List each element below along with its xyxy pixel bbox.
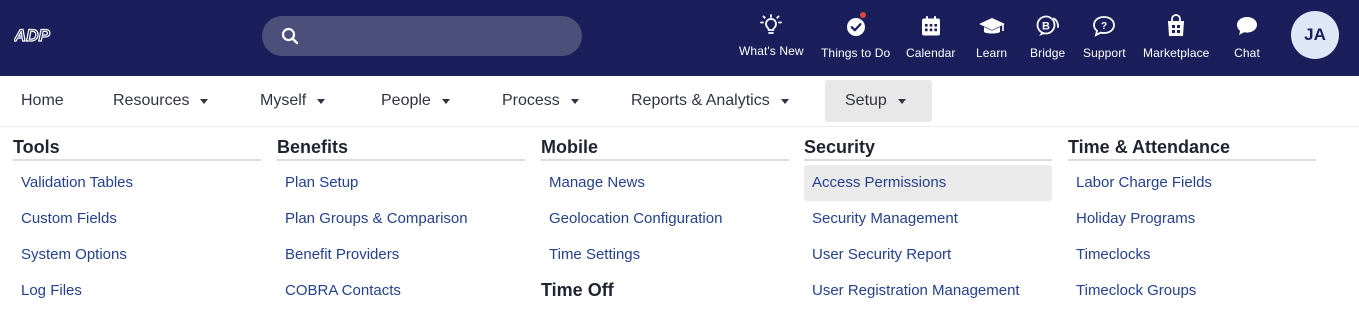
menu-column-mobile: Mobile Manage News Geolocation Configura… bbox=[541, 137, 789, 304]
menu-link-access-permissions[interactable]: Access Permissions bbox=[804, 165, 1052, 201]
things-to-do-label: Things to Do bbox=[821, 46, 891, 60]
nav-resources-label: Resources bbox=[113, 92, 190, 109]
whats-new-button[interactable]: What's New bbox=[739, 12, 804, 58]
menu-heading-time-off: Time Off bbox=[541, 280, 614, 300]
chevron-down-icon bbox=[317, 98, 326, 104]
check-circle-icon bbox=[842, 11, 870, 40]
whats-new-label: What's New bbox=[739, 44, 804, 58]
menu-link-cobra-contacts[interactable]: COBRA Contacts bbox=[277, 273, 525, 309]
nav-people-label: People bbox=[381, 92, 431, 109]
menu-column-benefits: Benefits Plan Setup Plan Groups & Compar… bbox=[277, 137, 525, 309]
search-box[interactable] bbox=[262, 16, 582, 56]
lightbulb-icon bbox=[757, 12, 785, 40]
menu-link-plan-setup[interactable]: Plan Setup bbox=[277, 165, 525, 201]
chat-label: Chat bbox=[1234, 46, 1260, 60]
menu-heading-mobile: Mobile bbox=[541, 137, 789, 161]
menu-link-holiday-programs[interactable]: Holiday Programs bbox=[1068, 201, 1316, 237]
adp-logo[interactable]: ADP bbox=[12, 25, 52, 45]
nav-myself[interactable]: Myself bbox=[260, 80, 326, 122]
marketplace-label: Marketplace bbox=[1143, 46, 1210, 60]
menu-link-user-registration-management[interactable]: User Registration Management bbox=[804, 273, 1052, 309]
menu-link-user-security-report[interactable]: User Security Report bbox=[804, 237, 1052, 273]
menu-link-custom-fields[interactable]: Custom Fields bbox=[13, 201, 261, 237]
nav-reports-analytics[interactable]: Reports & Analytics bbox=[631, 80, 789, 122]
search-input[interactable] bbox=[310, 21, 570, 51]
menu-link-time-settings[interactable]: Time Settings bbox=[541, 237, 789, 273]
calendar-label: Calendar bbox=[906, 46, 956, 60]
calendar-button[interactable]: Calendar bbox=[906, 12, 956, 60]
menu-link-validation-tables[interactable]: Validation Tables bbox=[13, 165, 261, 201]
things-to-do-button[interactable]: Things to Do bbox=[821, 11, 891, 60]
graduation-cap-icon bbox=[978, 12, 1006, 40]
menu-link-benefit-providers[interactable]: Benefit Providers bbox=[277, 237, 525, 273]
menu-link-plan-groups-comparison[interactable]: Plan Groups & Comparison bbox=[277, 201, 525, 237]
chevron-down-icon bbox=[780, 98, 789, 104]
nav-myself-label: Myself bbox=[260, 92, 307, 109]
nav-setup[interactable]: Setup bbox=[825, 80, 932, 122]
menu-column-security: Security Access Permissions Security Man… bbox=[804, 137, 1052, 309]
menu-column-tools: Tools Validation Tables Custom Fields Sy… bbox=[13, 137, 261, 309]
menu-heading-tools: Tools bbox=[13, 137, 261, 161]
nav-home[interactable]: Home bbox=[21, 80, 64, 122]
setup-menu-panel: Tools Validation Tables Custom Fields Sy… bbox=[0, 126, 1359, 312]
support-label: Support bbox=[1083, 46, 1126, 60]
notification-badge bbox=[858, 11, 867, 19]
menu-link-manage-news[interactable]: Manage News bbox=[541, 165, 789, 201]
menu-link-security-management[interactable]: Security Management bbox=[804, 201, 1052, 237]
learn-button[interactable]: Learn bbox=[976, 12, 1007, 60]
chevron-down-icon bbox=[441, 98, 450, 104]
nav-resources[interactable]: Resources bbox=[113, 80, 209, 122]
bridge-button[interactable]: B Bridge bbox=[1030, 12, 1065, 60]
menu-heading-benefits: Benefits bbox=[277, 137, 525, 161]
bridge-icon: B bbox=[1034, 12, 1062, 40]
menu-column-time-attendance: Time & Attendance Labor Charge Fields Ho… bbox=[1068, 137, 1316, 309]
chevron-down-icon bbox=[200, 98, 209, 104]
svg-text:?: ? bbox=[1101, 21, 1107, 32]
calendar-icon bbox=[917, 12, 945, 40]
nav-home-label: Home bbox=[21, 92, 64, 109]
nav-process-label: Process bbox=[502, 92, 560, 109]
chat-bubble-icon bbox=[1233, 12, 1261, 40]
menu-link-geolocation-configuration[interactable]: Geolocation Configuration bbox=[541, 201, 789, 237]
top-bar: ADP What's New Things to Do Calendar Lea… bbox=[0, 0, 1359, 76]
user-avatar[interactable]: JA bbox=[1291, 11, 1339, 59]
logo-text: ADP bbox=[14, 26, 51, 45]
nav-people[interactable]: People bbox=[381, 80, 450, 122]
menu-link-labor-charge-fields[interactable]: Labor Charge Fields bbox=[1068, 165, 1316, 201]
chat-button[interactable]: Chat bbox=[1233, 12, 1261, 60]
svg-text:B: B bbox=[1042, 21, 1050, 33]
menu-heading-time-attendance: Time & Attendance bbox=[1068, 137, 1316, 161]
nav-process[interactable]: Process bbox=[502, 80, 579, 122]
bridge-label: Bridge bbox=[1030, 46, 1066, 60]
nav-setup-label: Setup bbox=[845, 92, 887, 109]
marketplace-button[interactable]: Marketplace bbox=[1143, 12, 1209, 60]
menu-link-system-options[interactable]: System Options bbox=[13, 237, 261, 273]
support-button[interactable]: ? Support bbox=[1083, 12, 1126, 60]
menu-link-timeclocks[interactable]: Timeclocks bbox=[1068, 237, 1316, 273]
learn-label: Learn bbox=[976, 46, 1008, 60]
menu-link-timeclock-groups[interactable]: Timeclock Groups bbox=[1068, 273, 1316, 309]
search-icon bbox=[280, 26, 300, 46]
main-nav: Home Resources Myself People Process Rep… bbox=[0, 76, 1359, 126]
menu-link-log-files[interactable]: Log Files bbox=[13, 273, 261, 309]
chevron-down-icon bbox=[570, 98, 579, 104]
nav-reports-analytics-label: Reports & Analytics bbox=[631, 92, 770, 109]
menu-heading-security: Security bbox=[804, 137, 1052, 161]
support-chat-icon: ? bbox=[1090, 12, 1118, 40]
chevron-down-icon bbox=[897, 98, 906, 104]
marketplace-bag-icon bbox=[1162, 12, 1190, 40]
